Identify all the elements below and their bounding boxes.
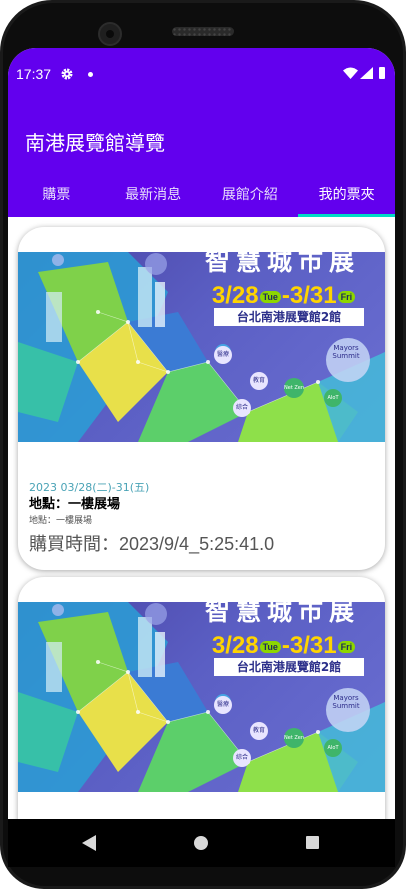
banner-day-end: Fri (337, 290, 356, 303)
app-title: 南港展覽館導覽 (25, 131, 165, 155)
banner-chip: Mayors Summit (332, 344, 360, 360)
status-bar: 17:37 (8, 48, 395, 110)
back-icon[interactable] (82, 835, 96, 851)
banner-date-start: 3/28 (211, 632, 259, 659)
ticket-card[interactable]: 智慧城市展 3/28 Tue -3/31 Fri 台北南港展覽館2館 醫療 教育 Ne… (18, 227, 385, 570)
banner-chip: 醫療 (214, 346, 232, 364)
ticket-card[interactable]: 智慧城市展 3/28 Tue -3/31 Fri 台北南港展覽館2館 醫療 教育 Ne… (18, 577, 385, 819)
banner-day-start: Tue (259, 640, 281, 653)
banner-venue: 台北南港展覽館2館 (214, 658, 364, 676)
notification-dot-icon (88, 72, 93, 77)
banner-dates: 3/28 Tue -3/31 Fri (184, 632, 384, 660)
ticket-location-sub: 地點：一樓展場 (29, 516, 93, 526)
tab-latest-news[interactable]: 最新消息 (105, 172, 202, 217)
tab-buy-ticket[interactable]: 購票 (8, 172, 105, 217)
earpiece-speaker (172, 27, 234, 36)
banner-chip: 醫療 (214, 696, 232, 714)
banner-title: 智慧城市展 (204, 252, 360, 276)
ticket-list[interactable]: 智慧城市展 3/28 Tue -3/31 Fri 台北南港展覽館2館 醫療 教育 Ne… (8, 217, 395, 819)
banner-chip: 教育 (250, 372, 268, 390)
gear-icon (61, 68, 73, 80)
banner-title: 智慧城市展 (204, 602, 360, 626)
banner-venue: 台北南港展覽館2館 (214, 308, 364, 326)
tab-my-tickets[interactable]: 我的票夾 (298, 172, 395, 217)
front-camera (98, 22, 122, 46)
wifi-icon (343, 67, 358, 79)
battery-icon (379, 67, 385, 79)
tab-bar: 購票 最新消息 展館介紹 我的票夾 (8, 172, 395, 217)
banner-day-start: Tue (259, 290, 281, 303)
signal-icon (360, 67, 373, 79)
event-banner: 智慧城市展 3/28 Tue -3/31 Fri 台北南港展覽館2館 醫療 教育 Ne… (18, 252, 385, 442)
banner-chip: Mayors Summit (332, 694, 360, 710)
banner-date-start: 3/28 (211, 282, 259, 309)
ticket-location: 地點：一樓展場 (29, 497, 121, 512)
banner-day-end: Fri (337, 640, 356, 653)
banner-chip: AIoT (324, 739, 342, 757)
banner-date-end: -3/31 (281, 632, 337, 659)
system-nav-bar (8, 819, 395, 867)
banner-chip: Net Zero (284, 378, 304, 398)
banner-chip: AIoT (324, 389, 342, 407)
tab-hall-intro[interactable]: 展館介紹 (202, 172, 299, 217)
recents-icon[interactable] (306, 836, 319, 849)
banner-chip: 教育 (250, 722, 268, 740)
app-bar: 南港展覽館導覽 購票 最新消息 展館介紹 我的票夾 (8, 110, 395, 217)
home-icon[interactable] (194, 836, 208, 850)
phone-screen: 17:37 南港展覽館導覽 購票 最新消息 展館介紹 我的票夾 智慧城市展 3/… (8, 48, 395, 819)
status-time: 17:37 (16, 66, 52, 82)
event-banner: 智慧城市展 3/28 Tue -3/31 Fri 台北南港展覽館2館 醫療 教育 Ne… (18, 602, 385, 792)
ticket-purchase-time: 購買時間：2023/9/4_5:25:41.0 (29, 534, 275, 554)
banner-chip: 綜合 (233, 749, 251, 767)
banner-chip: Net Zero (284, 728, 304, 748)
banner-dates: 3/28 Tue -3/31 Fri (184, 282, 384, 310)
banner-date-end: -3/31 (281, 282, 337, 309)
banner-chip: 綜合 (233, 399, 251, 417)
